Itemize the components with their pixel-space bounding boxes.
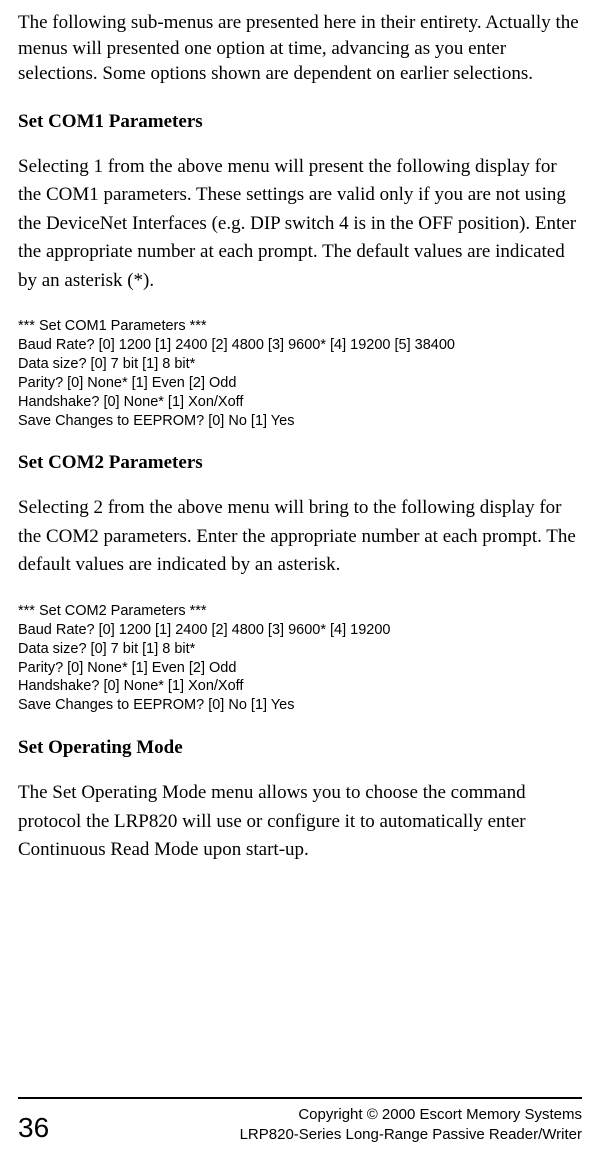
paragraph-opmode: The Set Operating Mode menu allows you t… <box>18 779 582 865</box>
page-number: 36 <box>18 1112 49 1144</box>
terminal-com1: *** Set COM1 Parameters *** Baud Rate? [… <box>18 317 582 430</box>
footer-product: LRP820-Series Long-Range Passive Reader/… <box>240 1125 582 1145</box>
heading-com2: Set COM2 Parameters <box>18 452 582 474</box>
paragraph-com1: Selecting 1 from the above menu will pre… <box>18 153 582 296</box>
page-footer: 36 Copyright © 2000 Escort Memory System… <box>18 1097 582 1144</box>
terminal-com2: *** Set COM2 Parameters *** Baud Rate? [… <box>18 602 582 715</box>
page-content: The following sub-menus are presented he… <box>0 0 600 865</box>
footer-copyright: Copyright © 2000 Escort Memory Systems <box>240 1105 582 1125</box>
intro-paragraph: The following sub-menus are presented he… <box>18 10 582 87</box>
heading-com1: Set COM1 Parameters <box>18 111 582 133</box>
footer-text: Copyright © 2000 Escort Memory Systems L… <box>240 1105 582 1144</box>
heading-opmode: Set Operating Mode <box>18 737 582 759</box>
paragraph-com2: Selecting 2 from the above menu will bri… <box>18 494 582 580</box>
